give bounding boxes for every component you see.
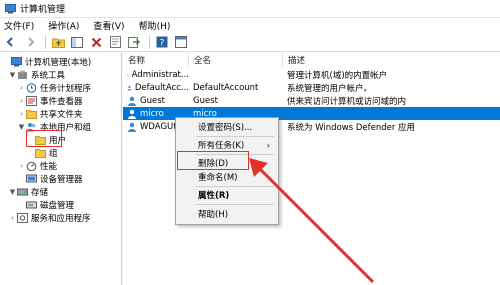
- annotation-arrow: [249, 158, 375, 284]
